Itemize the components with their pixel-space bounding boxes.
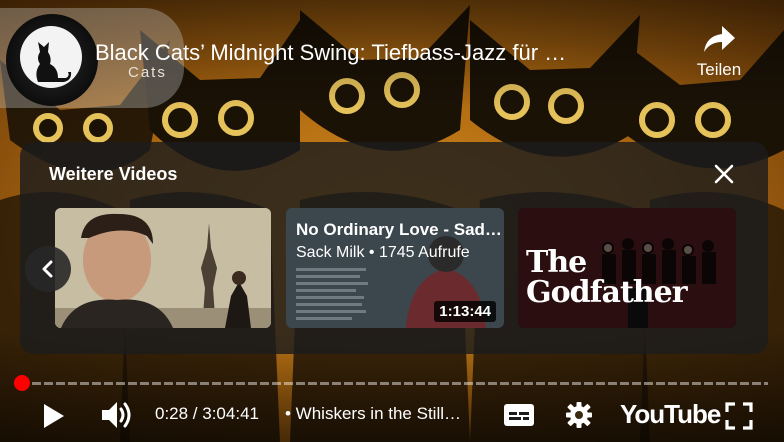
more-video-card-1[interactable]: [55, 208, 271, 328]
more-videos-heading: Weitere Videos: [49, 164, 178, 184]
more-video-meta: Sack Milk • 1745 Aufrufe: [296, 244, 470, 261]
volume-icon[interactable]: [100, 399, 134, 431]
settings-icon[interactable]: [565, 401, 593, 429]
video-duration-badge: 1:13:44: [434, 301, 496, 322]
more-video-title: No Ordinary Love - Sad…: [296, 220, 502, 239]
more-video-card-3[interactable]: The Godfather: [518, 208, 736, 328]
more-video-card-2[interactable]: No Ordinary Love - Sad… Sack Milk • 1745…: [286, 208, 504, 328]
chapter-title[interactable]: • Whiskers in the Still…: [285, 404, 461, 424]
share-label: Teilen: [696, 60, 742, 79]
share-button[interactable]: Teilen: [690, 24, 748, 80]
fullscreen-icon[interactable]: [725, 402, 753, 430]
previous-videos-button[interactable]: [25, 246, 71, 292]
share-icon: [704, 26, 735, 52]
progress-track: [20, 382, 768, 385]
progress-bar[interactable]: [13, 375, 768, 391]
channel-avatar[interactable]: [6, 14, 98, 106]
progress-scrubber[interactable]: [13, 375, 30, 391]
play-icon[interactable]: [42, 402, 66, 430]
subtitles-icon[interactable]: [503, 403, 535, 427]
time-display: 0:28 / 3:04:41: [155, 404, 259, 423]
poster-text: The Godfather: [526, 245, 688, 310]
youtube-logo[interactable]: YouTube: [620, 399, 721, 430]
chevron-left-icon: [42, 260, 53, 278]
channel-name: Cats: [128, 64, 167, 81]
video-title[interactable]: Black Cats’ Midnight Swing: Tiefbass-Jaz…: [95, 40, 566, 66]
more-videos-panel: Weitere Videos No Ordinary Love - Sad… S…: [20, 142, 768, 354]
video-thumbnail: [55, 208, 271, 328]
video-player[interactable]: Cats Black Cats’ Midnight Swing: Tiefbas…: [0, 0, 784, 442]
close-icon[interactable]: [712, 162, 736, 186]
cat-logo-icon: [36, 42, 72, 82]
